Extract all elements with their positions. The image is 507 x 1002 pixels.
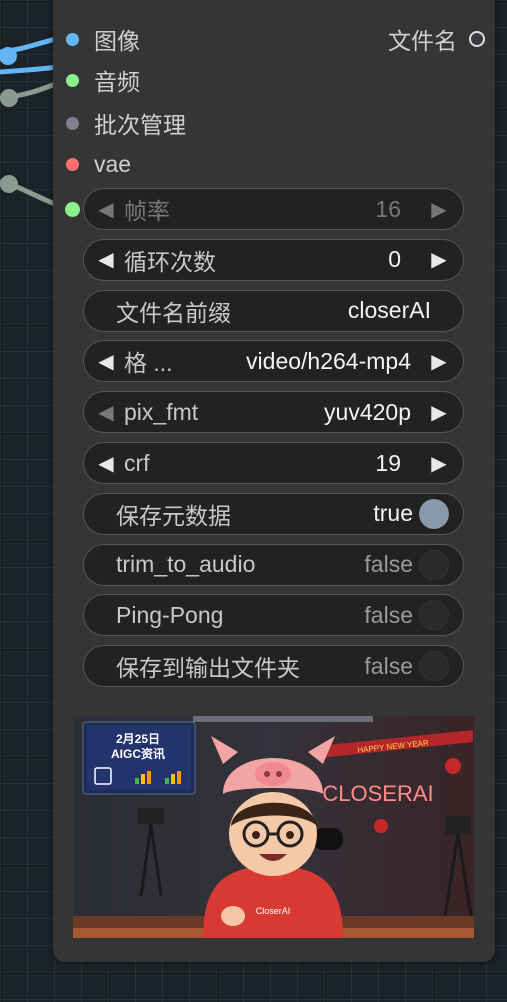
pix-fmt-label: pix_fmt <box>124 398 199 425</box>
save-output-label: 保存到输出文件夹 <box>116 655 300 682</box>
filename-prefix-value: closerAI <box>347 297 431 324</box>
ping-pong-toggle-knob[interactable] <box>419 600 449 631</box>
pix-fmt-increment-icon[interactable]: ▶ <box>421 400 463 425</box>
input-slot-image[interactable]: 图像 <box>66 24 140 54</box>
save-metadata-value: true <box>373 500 413 527</box>
filename-prefix-widget[interactable]: 文件名前缀 closerAI <box>83 289 464 332</box>
output-label-filenames: 文件名 <box>388 28 457 54</box>
save-metadata-label: 保存元数据 <box>116 502 231 529</box>
trim-to-audio-label: trim_to_audio <box>116 551 256 578</box>
loop-count-value: 0 <box>388 246 401 273</box>
format-increment-icon[interactable]: ▶ <box>421 349 463 374</box>
screen-date-text: 2月25日 <box>116 732 160 746</box>
crf-value: 19 <box>375 449 401 476</box>
trim-to-audio-value: false <box>364 551 413 578</box>
loop-count-label: 循环次数 <box>124 248 216 275</box>
filename-prefix-label: 文件名前缀 <box>116 299 231 326</box>
save-metadata-toggle-knob[interactable] <box>419 498 449 529</box>
frame-rate-decrement-icon[interactable]: ◀ <box>84 197 124 222</box>
frame-rate-input-dot[interactable] <box>65 202 80 217</box>
loop-count-decrement-icon[interactable]: ◀ <box>84 247 124 272</box>
frame-rate-increment-icon[interactable]: ▶ <box>421 197 463 222</box>
loop-count-widget[interactable]: ◀ 循环次数 0 ▶ <box>83 238 464 281</box>
pix-fmt-value: yuv420p <box>324 398 411 425</box>
crf-increment-icon[interactable]: ▶ <box>421 451 463 476</box>
vae-slot-dot[interactable] <box>66 157 79 171</box>
input-label-image: 图像 <box>94 28 140 54</box>
screen-title-text: AIGC资讯 <box>111 746 165 761</box>
save-output-widget[interactable]: 保存到输出文件夹 false <box>83 645 464 688</box>
filenames-output-dot[interactable] <box>469 31 485 47</box>
input-slot-vae[interactable]: vae <box>66 149 131 179</box>
node-links <box>0 35 60 209</box>
format-label: 格 ... <box>124 350 173 377</box>
audio-slot-dot[interactable] <box>66 73 79 87</box>
crf-widget[interactable]: ◀ crf 19 ▶ <box>83 442 464 484</box>
image-slot-dot[interactable] <box>66 32 79 46</box>
trim-to-audio-widget[interactable]: trim_to_audio false <box>83 543 464 586</box>
format-value: video/h264-mp4 <box>246 347 411 374</box>
input-slot-batch-manager[interactable]: 批次管理 <box>66 108 186 138</box>
video-preview: 2月25日 AIGC资讯 HAPPY NEW YEAR CLOSERAI Clo… <box>73 716 474 938</box>
shirt-text: CloserAI <box>256 906 291 916</box>
format-decrement-icon[interactable]: ◀ <box>84 349 124 374</box>
crf-decrement-icon[interactable]: ◀ <box>84 451 124 476</box>
save-output-value: false <box>364 652 413 679</box>
save-output-toggle-knob[interactable] <box>419 651 449 682</box>
save-metadata-widget[interactable]: 保存元数据 true <box>83 492 464 535</box>
ping-pong-widget[interactable]: Ping-Pong false <box>83 594 464 637</box>
trim-to-audio-toggle-knob[interactable] <box>419 549 449 580</box>
neon-sign-text: CLOSERAI <box>322 781 433 806</box>
frame-rate-label: 帧率 <box>124 198 170 224</box>
output-slot-filenames[interactable]: 文件名 <box>388 24 485 54</box>
pix-fmt-decrement-icon[interactable]: ◀ <box>84 400 124 425</box>
format-widget[interactable]: ◀ 格 ... video/h264-mp4 ▶ <box>83 340 464 383</box>
frame-rate-widget[interactable]: ◀ 帧率 16 ▶ <box>83 188 464 230</box>
ping-pong-value: false <box>364 601 413 628</box>
frame-rate-value: 16 <box>375 195 401 222</box>
loop-count-increment-icon[interactable]: ▶ <box>421 247 463 272</box>
input-label-batch-manager: 批次管理 <box>94 112 186 138</box>
input-label-vae: vae <box>94 150 132 177</box>
input-label-audio: 音频 <box>94 69 140 95</box>
input-slot-audio[interactable]: 音频 <box>66 65 140 95</box>
crf-label: crf <box>124 449 150 476</box>
ping-pong-label: Ping-Pong <box>116 601 224 628</box>
pix-fmt-widget[interactable]: ◀ pix_fmt yuv420p ▶ <box>83 391 464 434</box>
batch-manager-slot-dot[interactable] <box>66 116 79 130</box>
